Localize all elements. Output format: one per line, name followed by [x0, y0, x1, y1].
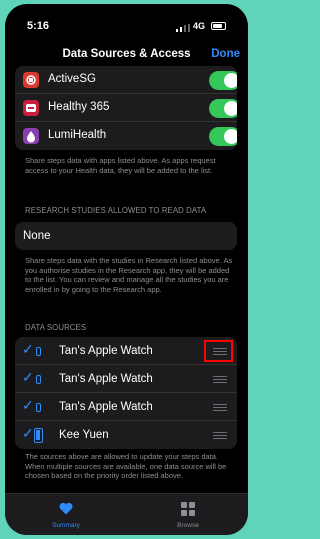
- reorder-handle-icon[interactable]: [213, 376, 227, 383]
- status-bar: 5:16 4G: [5, 4, 248, 44]
- tab-bar: Summary Browse: [5, 493, 248, 535]
- network-label: 4G: [193, 21, 206, 31]
- research-value: None: [23, 230, 51, 242]
- source-row[interactable]: ✓ Tan's Apple Watch: [15, 393, 237, 421]
- research-none-row: None: [15, 222, 237, 250]
- apps-note: Share steps data with apps listed above.…: [25, 156, 216, 175]
- data-sources-header: DATA SOURCES: [25, 323, 87, 332]
- watch-icon: [36, 347, 41, 356]
- checkmark-icon: ✓: [22, 341, 34, 357]
- checkmark-icon: ✓: [22, 397, 34, 413]
- app-row-activesg[interactable]: ActiveSG: [15, 66, 237, 94]
- tab-label: Browse: [177, 522, 199, 529]
- status-time: 5:16: [27, 20, 50, 32]
- apps-list: ActiveSG Healthy 365 LumiHealth: [15, 66, 237, 150]
- phone-screen: 5:16 4G Data Sources & Access Done Activ…: [5, 4, 248, 535]
- watch-icon: [36, 375, 41, 384]
- source-name: Kee Yuen: [59, 429, 109, 441]
- checkmark-icon: ✓: [22, 369, 34, 385]
- app-row-lumihealth[interactable]: LumiHealth: [15, 122, 237, 150]
- source-row[interactable]: ✓ Tan's Apple Watch: [15, 365, 237, 393]
- watch-icon: [36, 403, 41, 412]
- done-button[interactable]: Done: [211, 48, 240, 60]
- highlight-box: [204, 340, 233, 362]
- reorder-handle-icon[interactable]: [213, 432, 227, 439]
- reorder-handle-icon[interactable]: [213, 404, 227, 411]
- healthy365-icon: [23, 100, 39, 116]
- research-note: Share steps data with the studies in Res…: [25, 256, 233, 294]
- activesg-icon: [23, 72, 39, 88]
- source-row[interactable]: ✓ Kee Yuen: [15, 421, 237, 449]
- sources-note: The sources above are allowed to update …: [25, 452, 227, 480]
- grid-icon: [181, 502, 195, 516]
- tab-label: Summary: [52, 522, 80, 529]
- app-row-healthy365[interactable]: Healthy 365: [15, 94, 237, 122]
- lumihealth-toggle[interactable]: [209, 127, 237, 146]
- signal-icon: [176, 24, 192, 32]
- research-header: RESEARCH STUDIES ALLOWED TO READ DATA: [25, 206, 207, 215]
- source-name: Tan's Apple Watch: [59, 401, 153, 413]
- source-name: Tan's Apple Watch: [59, 345, 153, 357]
- app-name: ActiveSG: [48, 73, 96, 85]
- content-scroll[interactable]: ActiveSG Healthy 365 LumiHealth Share st…: [5, 66, 248, 496]
- data-sources-list: ✓ Tan's Apple Watch ✓ Tan's Apple Watch …: [15, 337, 237, 449]
- heart-icon: [59, 502, 73, 515]
- healthy365-toggle[interactable]: [209, 99, 237, 118]
- source-row[interactable]: ✓ Tan's Apple Watch: [15, 337, 237, 365]
- iphone-icon: [34, 428, 43, 443]
- app-name: LumiHealth: [48, 129, 107, 141]
- activesg-toggle[interactable]: [209, 71, 237, 90]
- checkmark-icon: ✓: [22, 425, 34, 441]
- nav-bar: Data Sources & Access Done: [5, 44, 248, 68]
- source-name: Tan's Apple Watch: [59, 373, 153, 385]
- battery-icon: [211, 22, 226, 30]
- app-name: Healthy 365: [48, 101, 110, 113]
- lumihealth-icon: [23, 128, 39, 144]
